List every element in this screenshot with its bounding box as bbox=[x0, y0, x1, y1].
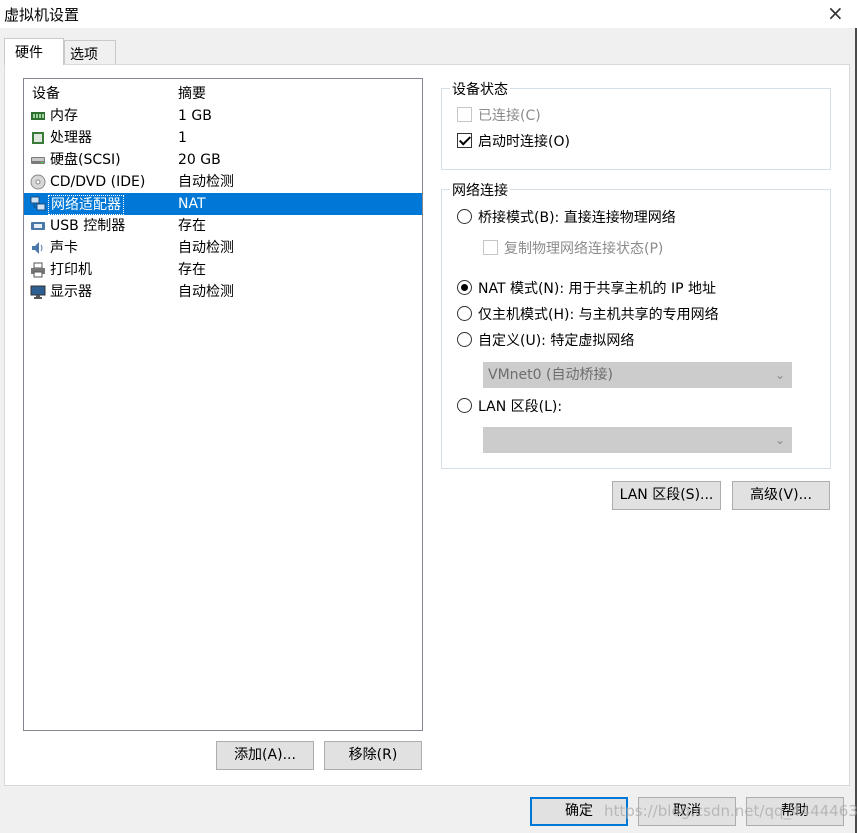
device-name: USB 控制器 bbox=[50, 218, 126, 234]
replicate-state-label: 复制物理网络连接状态(P) bbox=[504, 241, 664, 257]
printer-icon bbox=[31, 262, 45, 278]
sound-card-icon bbox=[32, 242, 43, 254]
device-row-processor[interactable]: 处理器 1 bbox=[24, 127, 422, 149]
checkbox-box bbox=[483, 240, 498, 255]
usb-icon bbox=[31, 222, 45, 230]
device-name: 内存 bbox=[50, 108, 78, 124]
title-bar: 虚拟机设置 × bbox=[0, 0, 857, 28]
connected-checkbox[interactable]: 已连接(C) bbox=[457, 106, 541, 128]
tab-options-label: 选项 bbox=[70, 47, 98, 63]
device-row-sound-card[interactable]: 声卡 自动检测 bbox=[24, 237, 422, 259]
add-device-button[interactable]: 添加(A)... bbox=[216, 741, 314, 770]
nat-radio[interactable]: NAT 模式(N): 用于共享主机的 IP 地址 bbox=[457, 279, 716, 301]
hard-disk-icon bbox=[31, 157, 45, 164]
radio-circle bbox=[457, 398, 472, 413]
device-name: 处理器 bbox=[50, 130, 92, 146]
device-row-display[interactable]: 显示器 自动检测 bbox=[24, 281, 422, 303]
chevron-down-icon: ⌄ bbox=[774, 368, 785, 382]
cancel-button[interactable]: 取消 bbox=[638, 797, 736, 826]
column-header-device[interactable]: 设备 bbox=[32, 83, 60, 103]
custom-label: 自定义(U): 特定虚拟网络 bbox=[478, 333, 635, 349]
tab-hardware[interactable]: 硬件 bbox=[4, 38, 64, 65]
advanced-button[interactable]: 高级(V)... bbox=[732, 481, 830, 510]
lan-segment-radio[interactable]: LAN 区段(L): bbox=[457, 397, 562, 419]
device-name: 显示器 bbox=[50, 284, 92, 300]
device-status-title: 设备状态 bbox=[450, 79, 510, 99]
network-adapter-icon bbox=[30, 196, 46, 211]
remove-device-button[interactable]: 移除(R) bbox=[324, 741, 422, 770]
connected-label: 已连接(C) bbox=[478, 108, 541, 124]
bridged-label: 桥接模式(B): 直接连接物理网络 bbox=[478, 210, 676, 226]
device-name: 打印机 bbox=[50, 262, 92, 278]
ok-button[interactable]: 确定 bbox=[530, 797, 628, 826]
radio-circle bbox=[457, 332, 472, 347]
device-name: 声卡 bbox=[50, 240, 78, 256]
lan-segment-label: LAN 区段(L): bbox=[478, 399, 563, 415]
device-row-usb[interactable]: USB 控制器 存在 bbox=[24, 215, 422, 237]
cd-dvd-icon bbox=[30, 174, 46, 190]
tab-options[interactable]: 选项 bbox=[64, 40, 116, 64]
device-row-network-adapter[interactable]: 网络适配器 NAT bbox=[24, 193, 422, 215]
radio-circle bbox=[457, 280, 472, 295]
device-summary: 存在 bbox=[178, 218, 206, 234]
nat-label: NAT 模式(N): 用于共享主机的 IP 地址 bbox=[478, 281, 716, 297]
device-name: 硬盘(SCSI) bbox=[50, 152, 121, 168]
column-header-summary[interactable]: 摘要 bbox=[178, 83, 206, 103]
custom-network-value: VMnet0 (自动桥接) bbox=[488, 367, 613, 383]
device-summary: 自动检测 bbox=[178, 284, 234, 300]
device-summary: 自动检测 bbox=[178, 174, 234, 190]
device-summary: 1 GB bbox=[178, 108, 212, 124]
tab-hardware-label: 硬件 bbox=[15, 45, 43, 61]
device-row-hard-disk[interactable]: 硬盘(SCSI) 20 GB bbox=[24, 149, 422, 171]
checkbox-box bbox=[457, 133, 472, 148]
close-icon[interactable]: × bbox=[827, 3, 844, 23]
device-summary: 自动检测 bbox=[178, 240, 234, 256]
device-row-memory[interactable]: 内存 1 GB bbox=[24, 105, 422, 127]
connect-at-power-on-checkbox[interactable]: 启动时连接(O) bbox=[457, 132, 570, 154]
device-row-printer[interactable]: 打印机 存在 bbox=[24, 259, 422, 281]
network-connection-title: 网络连接 bbox=[450, 180, 510, 200]
bridged-radio[interactable]: 桥接模式(B): 直接连接物理网络 bbox=[457, 208, 676, 230]
device-name: CD/DVD (IDE) bbox=[50, 174, 146, 190]
device-summary: 1 bbox=[178, 130, 187, 146]
device-summary: 存在 bbox=[178, 262, 206, 278]
processor-icon bbox=[32, 132, 44, 144]
device-name: 网络适配器 bbox=[48, 195, 124, 215]
radio-circle bbox=[457, 209, 472, 224]
device-summary: NAT bbox=[178, 196, 206, 212]
device-status-group: 设备状态 已连接(C) 启动时连接(O) bbox=[441, 79, 831, 170]
replicate-state-checkbox[interactable]: 复制物理网络连接状态(P) bbox=[483, 239, 663, 261]
lan-segment-select[interactable]: ⌄ bbox=[483, 427, 792, 453]
checkbox-box bbox=[457, 107, 472, 122]
lan-segments-button[interactable]: LAN 区段(S)... bbox=[612, 481, 721, 510]
display-icon bbox=[30, 285, 46, 299]
memory-icon bbox=[31, 112, 45, 120]
host-only-radio[interactable]: 仅主机模式(H): 与主机共享的专用网络 bbox=[457, 305, 719, 327]
help-button[interactable]: 帮助 bbox=[746, 797, 844, 826]
device-summary: 20 GB bbox=[178, 152, 221, 168]
custom-network-select[interactable]: VMnet0 (自动桥接) ⌄ bbox=[483, 362, 792, 388]
window-title: 虚拟机设置 bbox=[4, 6, 80, 24]
device-row-cd-dvd[interactable]: CD/DVD (IDE) 自动检测 bbox=[24, 171, 422, 193]
chevron-down-icon: ⌄ bbox=[774, 433, 785, 447]
network-connection-group: 网络连接 桥接模式(B): 直接连接物理网络 复制物理网络连接状态(P) NAT… bbox=[441, 180, 831, 469]
custom-radio[interactable]: 自定义(U): 特定虚拟网络 bbox=[457, 331, 634, 353]
device-list[interactable]: 设备 摘要 内存 1 GB 处理器 1 硬盘(SCSI) 20 GB CD/DV… bbox=[23, 78, 423, 731]
radio-circle bbox=[457, 306, 472, 321]
host-only-label: 仅主机模式(H): 与主机共享的专用网络 bbox=[478, 307, 719, 323]
connect-at-power-on-label: 启动时连接(O) bbox=[478, 134, 570, 150]
